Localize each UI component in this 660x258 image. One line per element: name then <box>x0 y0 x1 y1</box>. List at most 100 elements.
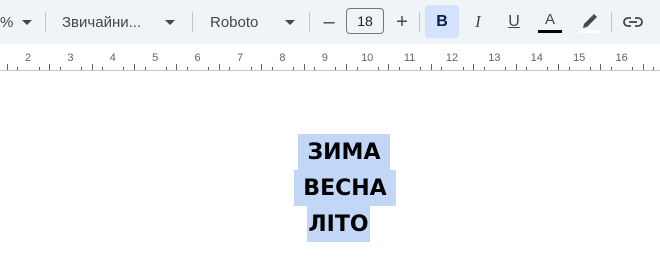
ruler-tick <box>49 64 51 70</box>
ruler-tick <box>462 67 464 70</box>
italic-button[interactable]: I <box>466 0 490 44</box>
insert-link-button[interactable] <box>620 0 646 44</box>
ruler-tick <box>632 67 634 70</box>
ruler-tick <box>589 67 591 70</box>
paragraph-style-dropdown[interactable]: Звичайни... <box>62 0 141 44</box>
ruler-tick <box>356 67 358 70</box>
ruler-tick <box>303 64 305 70</box>
ruler-tick <box>515 64 517 70</box>
ruler-tick <box>208 67 210 70</box>
decrease-font-size-button[interactable]: – <box>318 0 340 44</box>
ruler-tick <box>59 67 61 70</box>
ruler-tick <box>346 64 347 70</box>
font-size-input[interactable]: 18 <box>346 8 384 34</box>
plus-icon: + <box>396 10 408 33</box>
ruler-tick <box>526 67 528 70</box>
ruler-tick <box>547 67 549 70</box>
ruler-baseline <box>0 70 660 71</box>
ruler-tick <box>293 67 294 70</box>
ruler-tick <box>314 67 316 70</box>
ruler-tick <box>187 67 188 70</box>
document-page[interactable]: ЗИМА ВЕСНА ЛІТО <box>0 72 660 258</box>
ruler-number: 15 <box>573 52 586 64</box>
toolbar-divider <box>192 12 193 32</box>
ruler-tick <box>505 67 506 70</box>
ruler-number: 10 <box>361 52 374 64</box>
ruler-tick <box>388 64 390 70</box>
ruler-tick <box>134 64 135 70</box>
style-caret-icon[interactable] <box>165 0 175 44</box>
ruler-tick <box>611 67 612 70</box>
formatting-toolbar: % Звичайни... Roboto – 18 + B I U A <box>0 0 660 44</box>
highlight-color-button[interactable] <box>576 0 602 44</box>
text-color-swatch <box>538 29 562 33</box>
ruler-number: 14 <box>530 52 543 64</box>
minus-icon: – <box>323 10 335 33</box>
ruler-number: 16 <box>615 52 628 64</box>
bold-button[interactable]: B <box>425 5 459 38</box>
ruler-tick <box>335 67 337 70</box>
ruler-tick <box>483 67 485 70</box>
ruler-tick <box>6 64 8 70</box>
text-color-icon: A <box>544 10 555 28</box>
zoom-label: % <box>0 13 14 31</box>
ruler-tick <box>473 64 475 70</box>
ruler-number: 5 <box>152 52 159 64</box>
ruler-tick <box>38 67 40 70</box>
highlighter-icon <box>579 14 599 33</box>
document-line-winter[interactable]: ЗИМА <box>298 134 390 170</box>
ruler-tick <box>600 64 602 70</box>
ruler-tick <box>399 67 400 70</box>
ruler-number: 4 <box>109 52 116 64</box>
ruler-number: 9 <box>321 52 328 64</box>
ruler-number: 8 <box>279 52 286 64</box>
toolbar-divider <box>611 12 612 32</box>
ruler-number: 11 <box>403 52 416 64</box>
ruler-number: 12 <box>445 52 459 64</box>
ruler-number: 7 <box>236 52 244 64</box>
toolbar-divider <box>309 12 310 32</box>
ruler-tick <box>218 64 220 70</box>
toolbar-divider <box>419 12 420 32</box>
underline-button[interactable]: U <box>502 0 526 44</box>
text-color-button[interactable]: A <box>536 0 564 44</box>
ruler-tick <box>176 64 178 70</box>
font-label: Roboto <box>210 13 259 31</box>
ruler-number: 2 <box>24 52 32 64</box>
horizontal-ruler[interactable]: 2 3 4 5 6 7 8 9 10 11 12 13 14 15 16 <box>0 44 660 72</box>
underline-icon: U <box>508 13 520 30</box>
italic-icon: I <box>475 12 481 31</box>
zoom-dropdown[interactable]: % <box>0 0 13 44</box>
ruler-tick <box>420 67 422 70</box>
ruler-tick <box>165 67 167 70</box>
font-dropdown[interactable]: Roboto <box>210 0 258 44</box>
ruler-tick <box>568 67 570 70</box>
ruler-tick <box>250 67 252 70</box>
ruler-tick <box>91 64 93 70</box>
document-line-summer[interactable]: ЛІТО <box>307 206 370 242</box>
zoom-caret-icon[interactable] <box>22 0 32 44</box>
bold-icon: B <box>436 12 448 30</box>
ruler-tick <box>17 67 19 70</box>
ruler-number: 3 <box>67 52 74 64</box>
ruler-tick <box>642 64 644 70</box>
ruler-tick <box>81 67 82 70</box>
font-caret-icon[interactable] <box>285 0 295 44</box>
document-line-spring[interactable]: ВЕСНА <box>294 170 396 206</box>
toolbar-divider <box>45 12 46 32</box>
ruler-tick <box>558 64 559 70</box>
link-icon <box>623 17 643 27</box>
ruler-tick <box>377 67 379 70</box>
ruler-tick <box>102 67 104 70</box>
ruler-number: 13 <box>488 52 501 64</box>
paragraph-style-label: Звичайни... <box>62 13 142 31</box>
ruler-tick <box>123 67 125 70</box>
ruler-tick <box>271 67 273 70</box>
increase-font-size-button[interactable]: + <box>391 0 413 44</box>
ruler-tick <box>261 64 263 70</box>
ruler-tick <box>441 67 443 70</box>
ruler-tick <box>653 67 655 70</box>
ruler-tick <box>430 64 432 70</box>
ruler-number: 6 <box>194 52 201 64</box>
ruler-tick <box>229 67 231 70</box>
